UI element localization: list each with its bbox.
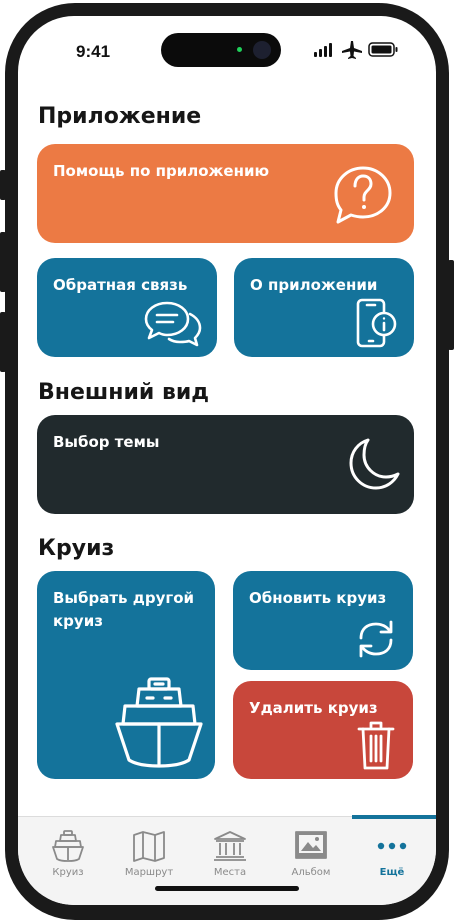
more-dots-icon — [377, 842, 407, 850]
tab-album[interactable]: Альбом — [269, 817, 353, 905]
tab-more-label: Ещё — [379, 867, 405, 878]
screen: 9:41 Приложение Помощь по приложению Обр… — [18, 16, 436, 905]
tab-more[interactable]: Ещё — [350, 817, 434, 905]
tab-album-label: Альбом — [291, 867, 331, 878]
section-title-appearance: Внешний вид — [38, 380, 210, 405]
tab-route-label: Маршрут — [124, 867, 174, 878]
status-time: 9:41 — [76, 42, 111, 61]
tab-cruise-label: Круиз — [52, 867, 84, 878]
map-icon — [133, 831, 165, 862]
tab-cruise[interactable]: Круиз — [26, 817, 110, 905]
delete-cruise-tile[interactable]: Удалить круиз — [233, 681, 413, 779]
tab-places[interactable]: Места — [188, 817, 272, 905]
photo-album-icon — [295, 831, 327, 859]
signal-icon — [314, 43, 332, 57]
section-title-cruise: Круиз — [38, 536, 115, 561]
chat-bubbles-icon — [144, 301, 202, 347]
battery-icon — [368, 42, 398, 57]
volume-down-button — [0, 312, 6, 372]
tab-bar: Круиз Маршрут Места Альбом Ещё — [18, 815, 436, 905]
museum-icon — [214, 831, 246, 861]
update-cruise-tile[interactable]: Обновить круиз — [233, 571, 413, 670]
refresh-icon — [359, 620, 393, 658]
ship-icon — [115, 677, 203, 768]
moon-icon — [349, 438, 400, 490]
about-tile[interactable]: О приложении — [234, 258, 414, 357]
dynamic-island — [161, 33, 281, 67]
tab-places-label: Места — [213, 867, 247, 878]
choose-cruise-tile[interactable]: Выбрать другой круиз — [37, 571, 215, 779]
feedback-tile[interactable]: Обратная связь — [37, 258, 217, 357]
status-icons — [314, 41, 398, 59]
phone-info-icon — [356, 298, 397, 348]
power-button — [448, 260, 454, 350]
volume-up-button — [0, 232, 6, 292]
delete-cruise-label: Удалить круиз — [249, 699, 378, 717]
feedback-label: Обратная связь — [53, 276, 188, 294]
about-label: О приложении — [250, 276, 378, 294]
theme-tile[interactable]: Выбор темы — [37, 415, 414, 514]
trash-icon — [357, 721, 395, 770]
section-title-app: Приложение — [38, 104, 202, 129]
question-bubble-icon — [334, 166, 392, 224]
help-tile[interactable]: Помощь по приложению — [37, 144, 414, 243]
ship-icon — [52, 830, 84, 862]
tab-route[interactable]: Маршрут — [107, 817, 191, 905]
action-button — [0, 170, 6, 200]
choose-cruise-label: Выбрать другой круиз — [53, 589, 195, 631]
home-indicator — [155, 886, 299, 891]
airplane-icon — [342, 41, 362, 59]
update-cruise-label: Обновить круиз — [249, 589, 387, 607]
